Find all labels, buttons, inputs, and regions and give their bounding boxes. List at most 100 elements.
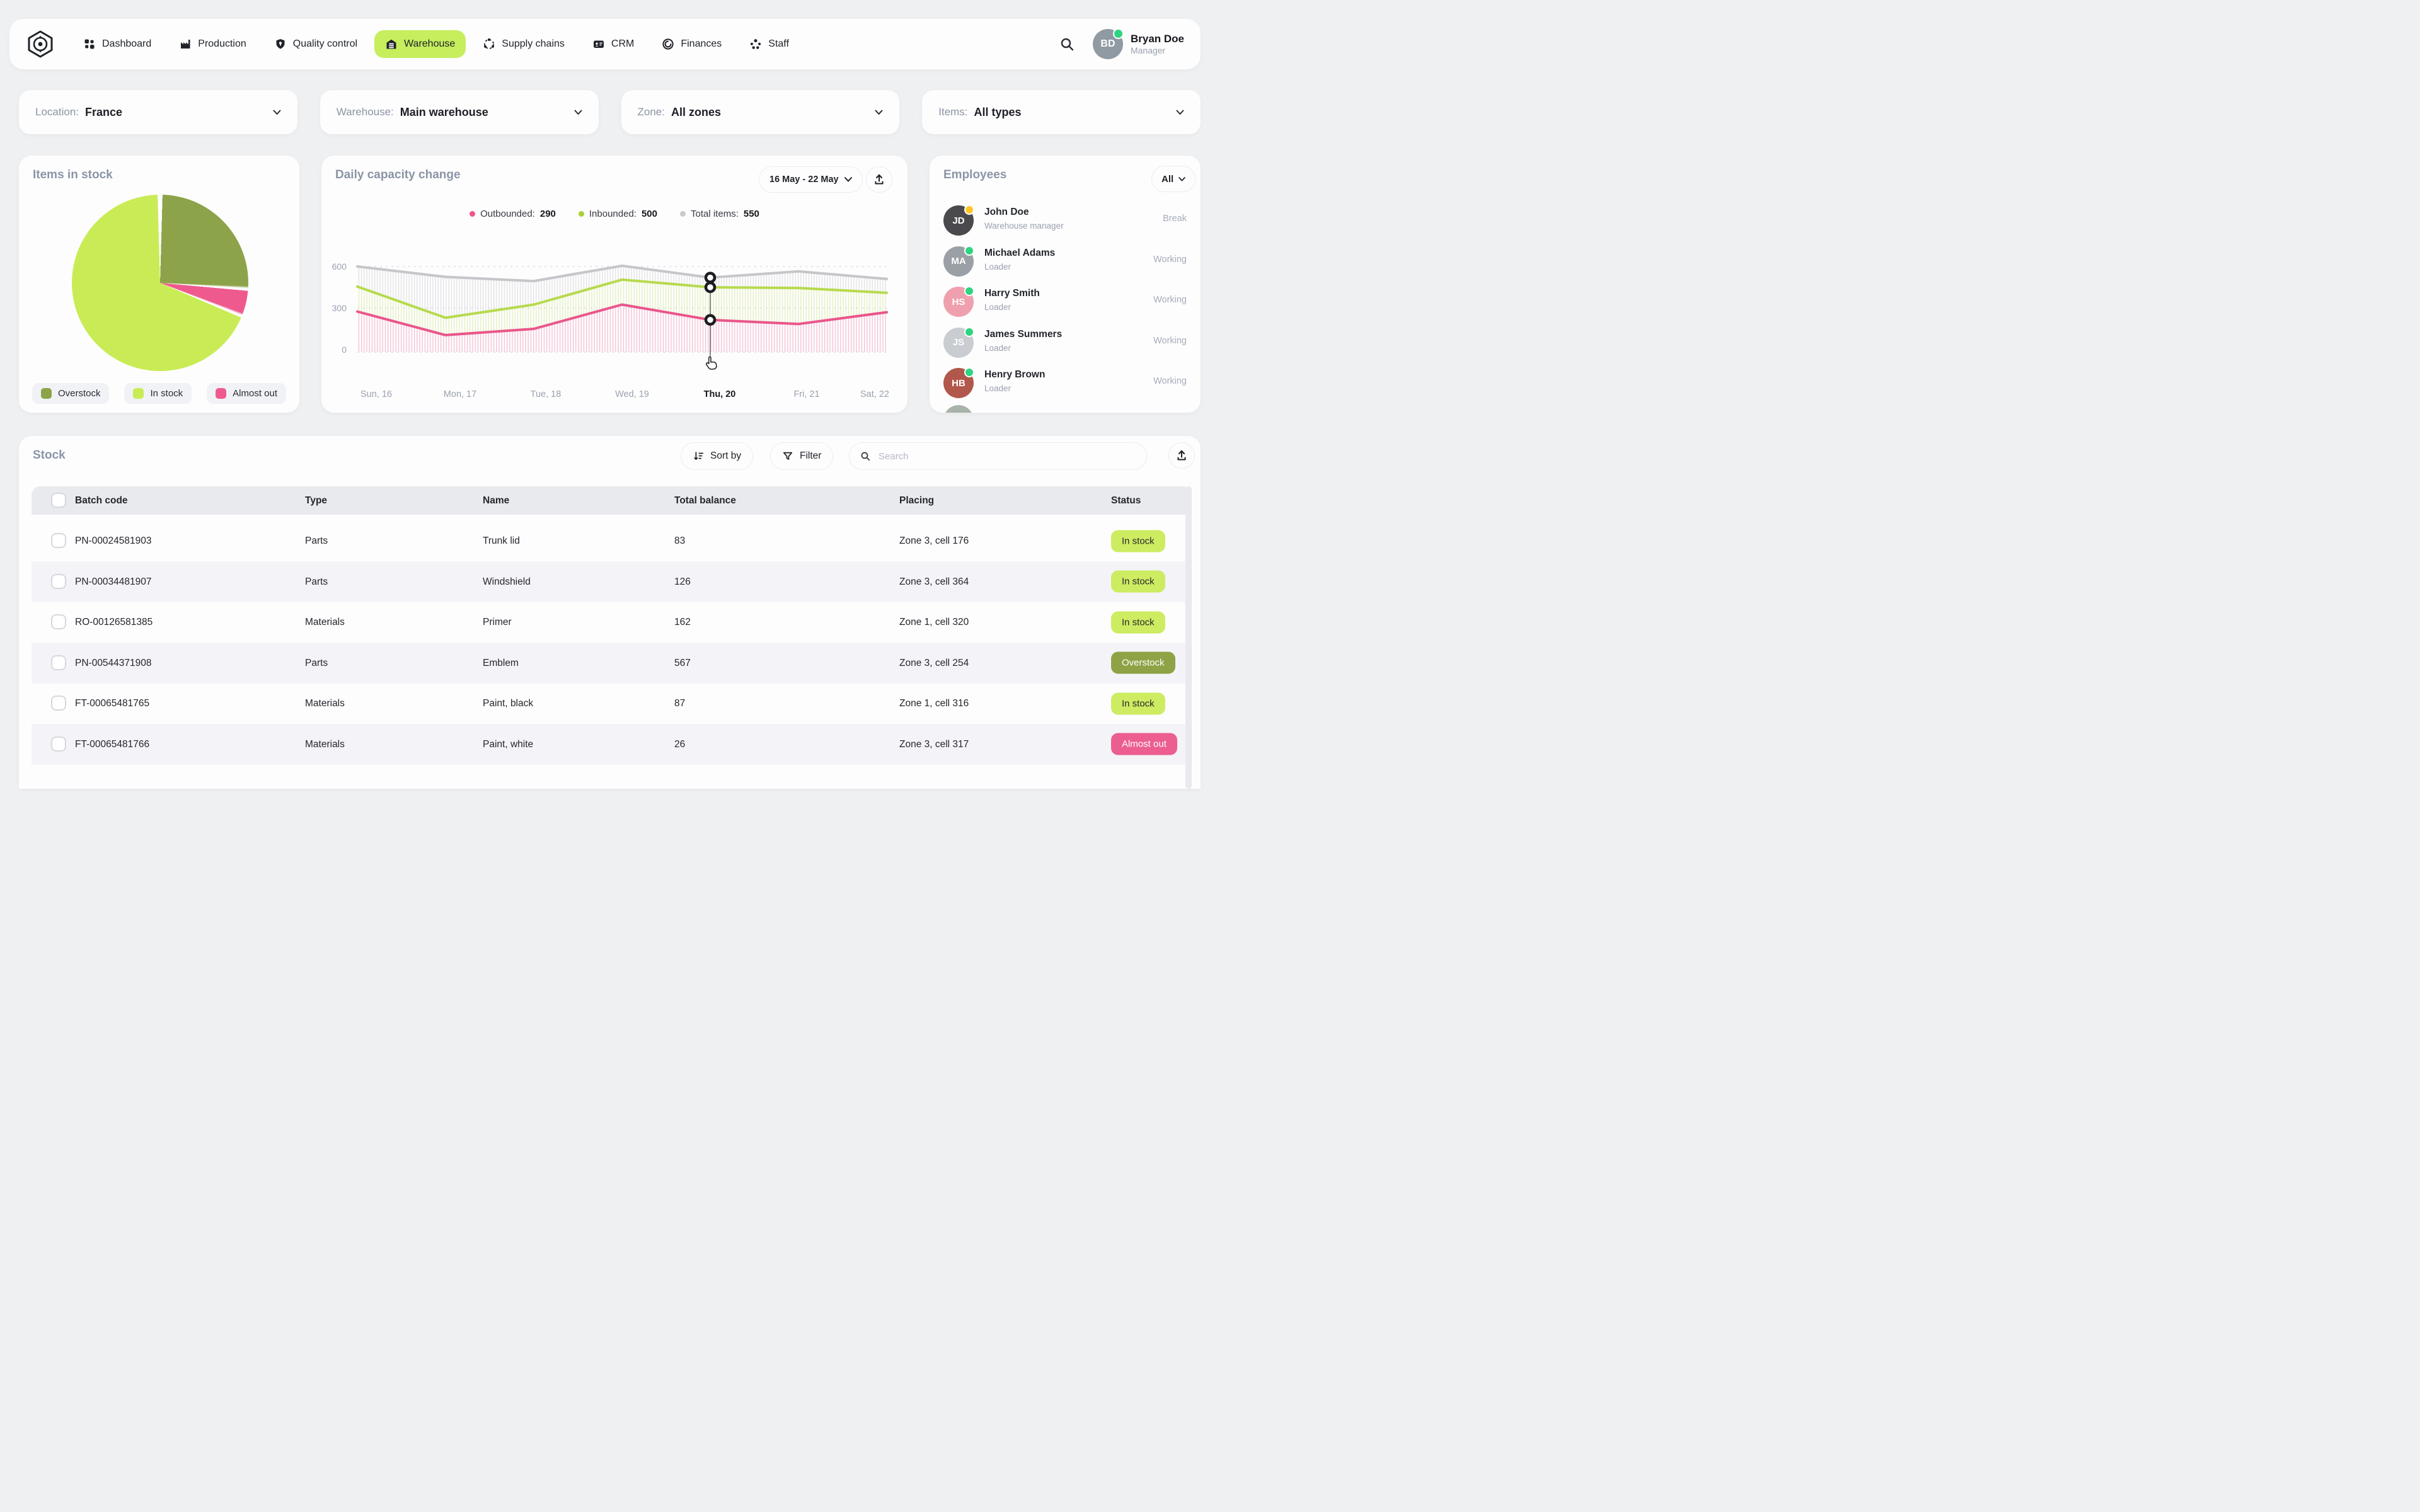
filter-zone[interactable]: Zone: All zones [621, 90, 900, 134]
legend-chip-overstock[interactable]: Overstock [32, 383, 110, 404]
table-row[interactable]: RO-00126581385 Materials Primer 162 Zone… [32, 602, 1191, 643]
filter-button[interactable]: Filter [770, 442, 834, 470]
search-icon[interactable] [1059, 36, 1075, 52]
employee-row[interactable]: MA Michael Adams Loader Working [943, 244, 1189, 279]
nav-item-dashboard[interactable]: Dashboard [72, 30, 162, 58]
chevron-down-icon [1178, 176, 1185, 181]
x-tick-label: Tue, 18 [531, 389, 562, 399]
nav-item-quality-control[interactable]: Quality control [263, 30, 368, 58]
status-badge: Almost out [1111, 733, 1177, 755]
employee-role: Warehouse manager [984, 221, 1064, 231]
column-header-status: Status [1111, 495, 1141, 506]
row-checkbox[interactable] [51, 533, 66, 548]
filter-location[interactable]: Location: France [19, 90, 297, 134]
status-badge: In stock [1111, 530, 1165, 552]
employees-filter-select[interactable]: All [1151, 166, 1196, 192]
sort-by-button[interactable]: Sort by [681, 442, 754, 470]
row-checkbox[interactable] [51, 696, 66, 711]
employee-name: James Summers [984, 328, 1063, 340]
avatar: HS [943, 286, 974, 317]
row-checkbox[interactable] [51, 655, 66, 670]
cell-type: Materials [305, 738, 345, 750]
sort-icon [694, 452, 704, 461]
crm-icon [592, 38, 605, 50]
employee-name: Harry Smith [984, 288, 1040, 299]
table-row[interactable]: PN-00024581903 Parts Trunk lid 83 Zone 3… [32, 520, 1191, 561]
items-in-stock-title: Items in stock [33, 168, 113, 181]
employee-status: Break [1163, 214, 1187, 224]
cell-total-balance: 83 [674, 536, 686, 546]
pie-legend: Overstock In stock Almost out [19, 383, 299, 404]
row-checkbox[interactable] [51, 614, 66, 629]
row-checkbox[interactable] [51, 736, 66, 752]
employee-status: Working [1153, 376, 1187, 386]
stock-pie-chart[interactable] [72, 195, 248, 371]
search-input[interactable] [877, 450, 1136, 462]
x-tick-label: Mon, 17 [444, 389, 476, 399]
cell-total-balance: 567 [674, 657, 691, 668]
cell-placing: Zone 1, cell 320 [899, 617, 969, 627]
legend-chip-almost-out[interactable]: Almost out [207, 383, 287, 404]
nav-item-finances[interactable]: Finances [651, 30, 732, 58]
employee-row[interactable]: HB Henry Brown Loader Working [943, 365, 1189, 401]
cell-name: Paint, black [483, 698, 534, 709]
table-scrollbar[interactable] [1185, 486, 1192, 789]
employees-title: Employees [943, 168, 1007, 181]
chevron-down-icon [273, 110, 281, 115]
cell-batch-code: PN-00034481907 [75, 576, 152, 587]
x-tick-label: Sun, 16 [360, 389, 392, 399]
filter-warehouse[interactable]: Warehouse: Main warehouse [320, 90, 599, 134]
warehouse-icon [385, 38, 398, 50]
capacity-line-chart[interactable]: 600 300 0 Sun, 16 Mon, 17 Tue, 18 Wed, 19 Thu, … [321, 250, 908, 413]
filter-bar: Location: France Warehouse: Main warehouse Z… [19, 90, 1201, 134]
nav-item-supply-chains[interactable]: Supply chains [472, 30, 575, 58]
cell-batch-code: FT-00065481766 [75, 738, 150, 750]
employee-name: Henry Brown [984, 369, 1046, 380]
employee-status: Working [1153, 335, 1187, 346]
x-tick-label: Wed, 19 [615, 389, 649, 399]
daily-capacity-card: Daily capacity change 16 May - 22 May Ou… [321, 156, 908, 413]
filter-items[interactable]: Items: All types [922, 90, 1201, 134]
avatar: BD [1092, 28, 1124, 59]
cell-type: Materials [305, 698, 345, 709]
export-chart-button[interactable] [866, 166, 892, 193]
employee-row[interactable]: JS James Summers Loader Working [943, 325, 1189, 360]
staff-icon [749, 38, 762, 50]
avatar: JD [943, 205, 974, 236]
nav-item-production[interactable]: Production [168, 30, 257, 58]
filter-icon [783, 452, 793, 460]
cell-placing: Zone 1, cell 316 [899, 698, 969, 709]
employee-row[interactable]: HS Harry Smith Loader Working [943, 284, 1189, 319]
user-menu[interactable]: BD Bryan Doe Manager [1092, 28, 1184, 59]
row-checkbox[interactable] [51, 573, 66, 589]
employee-status-dot [964, 205, 974, 215]
legend-chip-in-stock[interactable]: In stock [124, 383, 192, 404]
cell-total-balance: 26 [674, 738, 686, 750]
employee-role: Loader [984, 302, 1011, 312]
select-all-checkbox[interactable] [51, 493, 66, 508]
table-row[interactable]: FT-00065481766 Materials Paint, white 26… [32, 723, 1191, 765]
legend-dot [578, 211, 584, 217]
nav-item-staff[interactable]: Staff [739, 30, 800, 58]
supply-chains-icon [483, 38, 495, 50]
cell-type: Parts [305, 536, 328, 546]
chevron-down-icon [1176, 110, 1184, 115]
user-name: Bryan Doe [1130, 32, 1184, 45]
cell-name: Trunk lid [483, 536, 520, 546]
quality-icon [274, 38, 287, 50]
table-row[interactable]: FT-00065481765 Materials Paint, black 87… [32, 683, 1191, 724]
y-tick-label: 300 [332, 303, 347, 313]
y-tick-label: 600 [332, 261, 347, 272]
date-range-select[interactable]: 16 May - 22 May [759, 166, 863, 193]
employee-row[interactable]: JD John Doe Warehouse manager Break [943, 203, 1189, 238]
table-row[interactable]: PN-00034481907 Parts Windshield 126 Zone… [32, 561, 1191, 602]
nav-item-crm[interactable]: CRM [582, 30, 645, 58]
app-logo-icon[interactable] [26, 30, 55, 59]
employee-status-dot [964, 367, 974, 377]
status-badge: Overstock [1111, 651, 1175, 674]
table-row[interactable]: PN-00544371908 Parts Emblem 567 Zone 3, … [32, 642, 1191, 684]
cell-placing: Zone 3, cell 364 [899, 576, 969, 587]
export-table-button[interactable] [1168, 442, 1195, 469]
nav-menu: Dashboard Production Quality control Wareho… [72, 30, 800, 58]
nav-item-warehouse[interactable]: Warehouse [374, 30, 466, 58]
